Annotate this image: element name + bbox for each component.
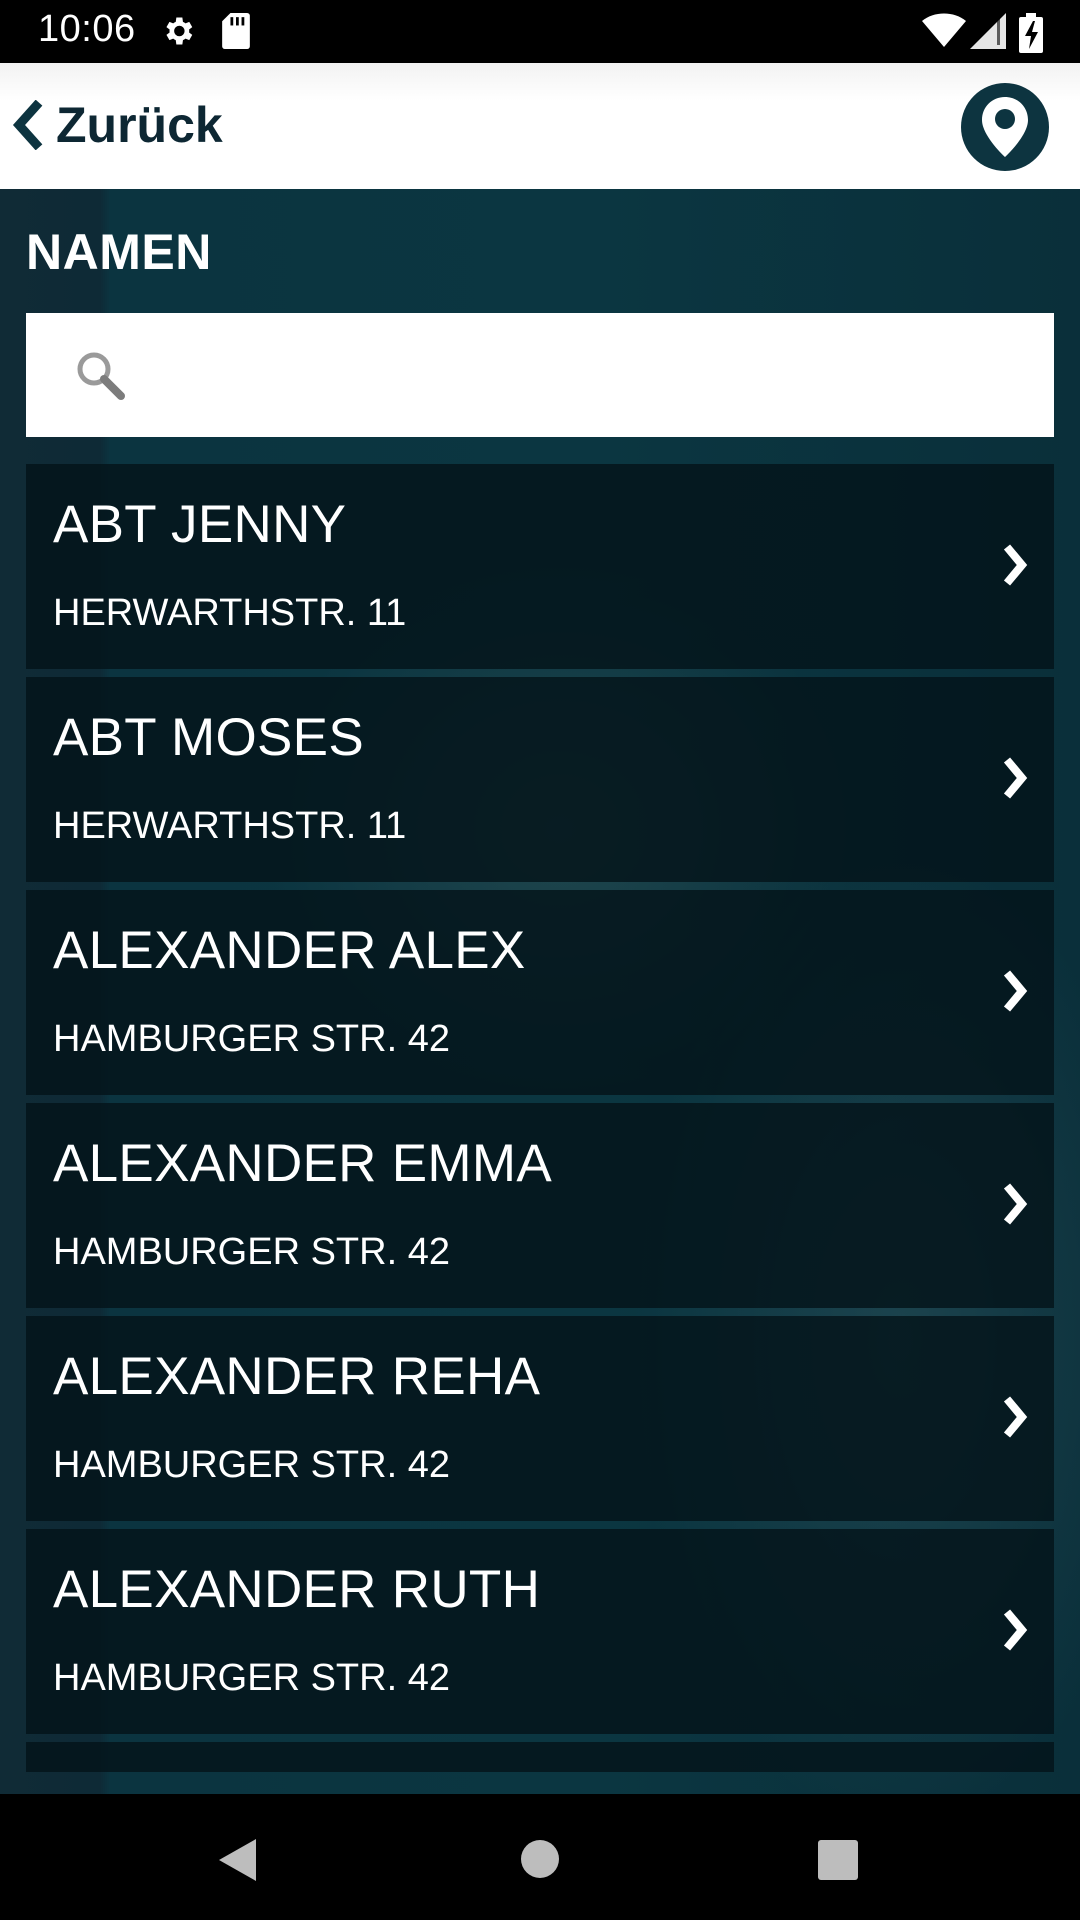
item-address: HAMBURGER STR. 42	[53, 1018, 450, 1060]
content-area: NAMEN ABT JENNY HERWARTHSTR. 11 ABT MOSE…	[0, 189, 1080, 1794]
list-item[interactable]: ABT MOSES HERWARTHSTR. 11	[26, 677, 1054, 882]
chevron-right-icon	[1003, 970, 1028, 1012]
item-address: HAMBURGER STR. 42	[53, 1657, 450, 1699]
item-address: HERWARTHSTR. 11	[53, 805, 407, 847]
list-item[interactable]: ALEXANDER RUTH HAMBURGER STR. 42	[26, 1529, 1054, 1734]
list-item[interactable]: ABT JENNY HERWARTHSTR. 11	[26, 464, 1054, 669]
map-button[interactable]	[961, 83, 1049, 171]
system-nav-bar	[0, 1794, 1080, 1920]
item-address: HERWARTHSTR. 11	[53, 592, 407, 634]
chevron-left-icon	[12, 100, 43, 150]
item-name: ALEXANDER RUTH	[53, 1560, 541, 1619]
status-bar: 10:06	[0, 0, 1080, 63]
home-circle-icon[interactable]	[520, 1839, 560, 1879]
status-time: 10:06	[38, 8, 136, 50]
item-name: ALEXANDER ALEX	[53, 921, 526, 980]
search-box[interactable]	[26, 313, 1054, 437]
search-icon	[77, 352, 125, 400]
chevron-right-icon	[1003, 544, 1028, 586]
list-item[interactable]	[26, 1742, 1054, 1772]
chevron-right-icon	[1003, 1609, 1028, 1651]
item-address: HAMBURGER STR. 42	[53, 1231, 450, 1273]
back-label: Zurück	[56, 97, 223, 153]
search-input[interactable]	[166, 333, 1030, 419]
location-pin-icon	[982, 97, 1028, 157]
item-name: ALEXANDER REHA	[53, 1347, 541, 1406]
chevron-right-icon	[1003, 1183, 1028, 1225]
back-triangle-icon[interactable]	[216, 1837, 258, 1883]
gear-icon	[166, 17, 193, 45]
item-name: ABT JENNY	[53, 495, 347, 554]
battery-charging-icon	[1019, 13, 1043, 53]
signal-icon	[970, 13, 1006, 49]
sd-card-icon	[222, 13, 250, 49]
app-header: Zurück	[0, 63, 1080, 189]
chevron-right-icon	[1003, 1396, 1028, 1438]
name-list: ABT JENNY HERWARTHSTR. 11 ABT MOSES HERW…	[26, 464, 1054, 1780]
chevron-right-icon	[1003, 757, 1028, 799]
item-name: ABT MOSES	[53, 708, 364, 767]
list-item[interactable]: ALEXANDER REHA HAMBURGER STR. 42	[26, 1316, 1054, 1521]
list-item[interactable]: ALEXANDER ALEX HAMBURGER STR. 42	[26, 890, 1054, 1095]
section-title: NAMEN	[26, 224, 212, 280]
item-address: HAMBURGER STR. 42	[53, 1444, 450, 1486]
back-button[interactable]: Zurück	[10, 85, 223, 165]
wifi-icon	[922, 13, 966, 47]
list-item[interactable]: ALEXANDER EMMA HAMBURGER STR. 42	[26, 1103, 1054, 1308]
recents-square-icon[interactable]	[818, 1840, 858, 1880]
item-name: ALEXANDER EMMA	[53, 1134, 552, 1193]
